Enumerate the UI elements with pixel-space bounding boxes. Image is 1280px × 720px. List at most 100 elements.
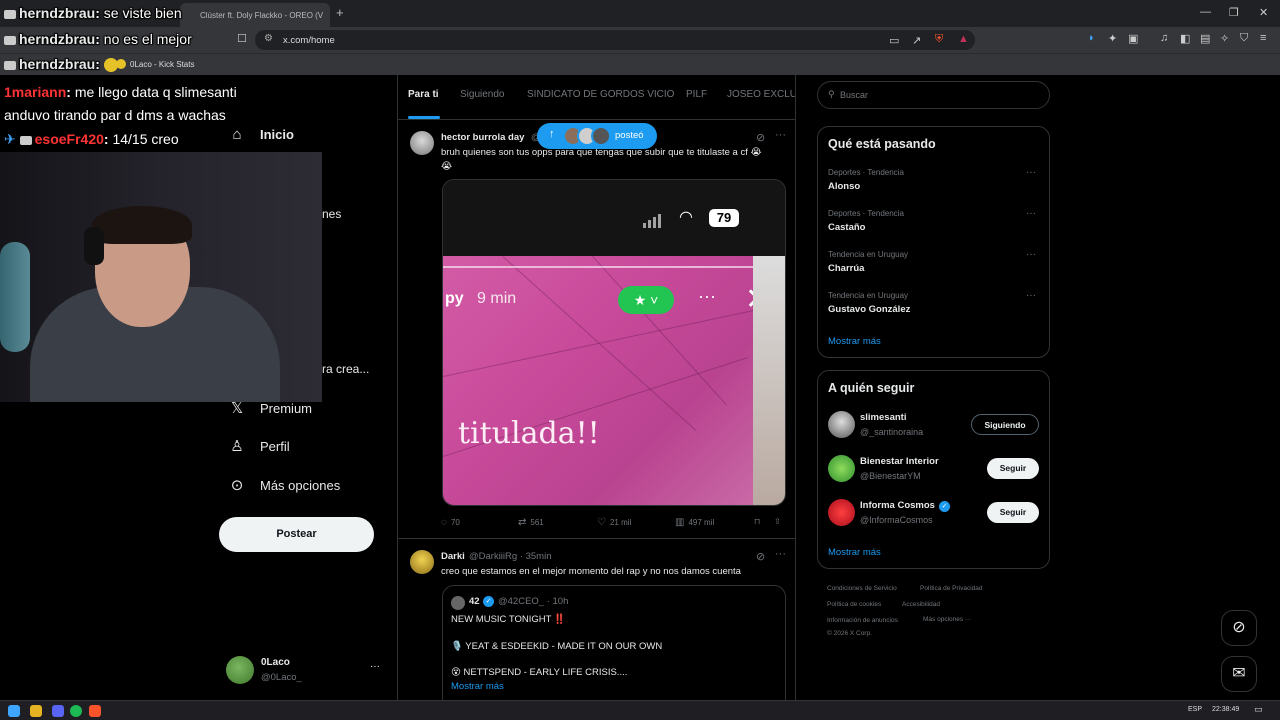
nav-home-label: Inicio (260, 127, 294, 142)
grok-float-button[interactable]: ⊘ (1221, 610, 1257, 646)
site-settings-icon[interactable]: ⚙ (264, 33, 273, 44)
close-window-button[interactable]: ✕ (1259, 6, 1268, 19)
extensions-icon[interactable]: ✦ (1108, 32, 1117, 45)
follow-button[interactable]: Seguir (987, 458, 1039, 479)
share-post-icon[interactable]: ⇪ (774, 517, 781, 526)
author-name[interactable]: Darki (441, 551, 465, 562)
chat-sword-icon: ✈ (4, 131, 16, 147)
account-more-icon[interactable]: ··· (370, 661, 380, 672)
nav-home[interactable]: ⌂ Inicio (228, 126, 294, 143)
story-progress (443, 266, 776, 268)
address-bar[interactable]: ⚙ x.com/home ▭ ↗ ⛨ ▲ (255, 30, 975, 50)
post-card[interactable]: hector burrola day @ ⊘ ··· bruh quienes … (398, 121, 795, 539)
footer-link[interactable]: Accesibilidad (902, 601, 940, 608)
bookmark-icon[interactable]: ☐ (237, 32, 247, 45)
follow-name[interactable]: slimesanti (860, 412, 906, 423)
quote-show-more[interactable]: Mostrar más (451, 680, 504, 694)
tab-para-ti[interactable]: Para ti (408, 89, 439, 100)
nav-more-label: Más opciones (260, 477, 341, 493)
post-more-icon[interactable]: ··· (775, 548, 786, 560)
share-icon[interactable]: ↗ (912, 34, 921, 47)
grok-icon[interactable]: ⊘ (756, 131, 765, 144)
wallet-icon[interactable]: ▤ (1200, 32, 1210, 45)
footer-link[interactable]: Más opciones ··· (923, 616, 971, 623)
trend-more-icon[interactable]: ··· (1026, 167, 1036, 178)
views-icon: ▥ (675, 517, 685, 528)
following-button[interactable]: Siguiendo (971, 414, 1039, 435)
author-name[interactable]: hector burrola day (441, 132, 524, 143)
follow-avatar[interactable] (828, 411, 855, 438)
nav-more[interactable]: ⊙ Más opciones (228, 476, 341, 494)
trend-more-icon[interactable]: ··· (1026, 208, 1036, 219)
new-posts-pill[interactable]: ↑ posteó (537, 123, 657, 149)
like-button[interactable]: ♡ 21 mil (597, 517, 631, 528)
nav-grok-partial[interactable]: ra crea... (322, 362, 369, 376)
repost-button[interactable]: ⇄ 561 (518, 517, 544, 528)
url-text[interactable]: x.com/home (283, 35, 335, 46)
post-card[interactable]: Darki @DarkiiiRg · 35min ⊘ ··· creo que … (398, 540, 795, 700)
timeline-tabs: Para ti Siguiendo SINDICATO DE GORDOS VI… (398, 75, 795, 120)
screenshot-icon[interactable]: ▣ (1128, 32, 1138, 45)
footer-link[interactable]: Información de anuncios (827, 617, 898, 624)
views-button[interactable]: ▥ 497 mil (675, 517, 714, 528)
tab-joseo[interactable]: JOSEO EXCLUSI (727, 89, 795, 100)
footer-link[interactable]: Política de Privacidad (920, 585, 983, 592)
audio-icon[interactable]: ◗ (1088, 32, 1095, 44)
bookmark-item[interactable]: 0Laco - Kick Stats (116, 59, 194, 69)
author-handle[interactable]: @DarkiiiRg · 35min (469, 551, 552, 562)
vpn-icon[interactable]: ⛉ (1240, 32, 1248, 45)
menu-icon[interactable]: ≡ (1260, 32, 1266, 44)
bookmark-post-icon[interactable]: ⊓ (754, 517, 760, 526)
messages-float-button[interactable]: ✉ (1221, 656, 1257, 692)
account-name: 0Laco (261, 657, 290, 668)
trend-more-icon[interactable]: ··· (1026, 249, 1036, 260)
minimize-button[interactable]: — (1200, 6, 1211, 18)
discord-icon[interactable] (52, 705, 64, 717)
quoted-post[interactable]: 42 ✓ @42CEO_ · 10h NEW MUSIC TONIGHT ‼️ … (442, 585, 786, 700)
follow-name[interactable]: Bienestar Interior (860, 456, 939, 467)
rewards-icon[interactable]: ▲ (958, 33, 969, 45)
start-icon[interactable] (8, 705, 20, 717)
tab-sindicato[interactable]: SINDICATO DE GORDOS VICIO (527, 89, 674, 100)
language-indicator[interactable]: ESP (1188, 706, 1202, 713)
footer-link[interactable]: Condiciones de Servicio (827, 585, 897, 592)
follow-show-more[interactable]: Mostrar más (828, 547, 881, 558)
clock[interactable]: 22:38:49 (1212, 706, 1239, 713)
trend-more-icon[interactable]: ··· (1026, 290, 1036, 301)
post-button[interactable]: Postear (219, 517, 374, 552)
explorer-icon[interactable] (30, 705, 42, 717)
author-avatar[interactable] (410, 550, 434, 574)
search-input[interactable]: ⚲ Buscar (817, 81, 1050, 109)
maximize-button[interactable]: ❐ (1229, 6, 1239, 19)
grok-icon[interactable]: ⊘ (756, 550, 765, 563)
tab-pilf[interactable]: PILF (686, 89, 707, 100)
trends-show-more[interactable]: Mostrar más (828, 336, 881, 347)
notifications-icon[interactable]: ▭ (1254, 704, 1263, 715)
follow-avatar[interactable] (828, 455, 855, 482)
trend-name: Alonso (828, 181, 861, 192)
follow-button[interactable]: Seguir (987, 502, 1039, 523)
leo-icon[interactable]: ✧ (1220, 32, 1229, 45)
follow-name[interactable]: Informa Cosmos (860, 500, 935, 511)
post-more-icon[interactable]: ··· (775, 129, 786, 141)
follow-avatar[interactable] (828, 499, 855, 526)
trend-category: Tendencia en Uruguay (828, 291, 909, 300)
sidebar-icon[interactable]: ◧ (1180, 32, 1190, 45)
like-count: 21 mil (609, 518, 632, 527)
brave-icon[interactable] (89, 705, 101, 717)
tab-siguiendo[interactable]: Siguiendo (460, 89, 504, 100)
brave-shield-icon[interactable]: ⛨ (935, 33, 943, 46)
post-media[interactable]: ◠ 79 py 9 min ★ ˅ ··· ✕ titulada!! (442, 179, 786, 506)
new-tab-button[interactable]: + (336, 5, 344, 20)
cast-icon[interactable]: ▭ (889, 34, 899, 47)
spotify-icon[interactable] (70, 705, 82, 717)
media-icon[interactable]: ♫ (1160, 32, 1168, 44)
footer-link[interactable]: Política de cookies (827, 601, 881, 608)
nav-lists-partial[interactable]: nes (322, 207, 341, 221)
trends-title: Qué está pasando (828, 137, 936, 151)
reply-button[interactable]: ◌ 70 (441, 517, 460, 528)
nav-profile[interactable]: ♙ Perfil (228, 437, 289, 455)
browser-tab[interactable]: Clúster ft. Doly Flackko - OREO (V (180, 3, 330, 27)
account-switcher[interactable]: 0Laco @0Laco_ ··· (226, 654, 386, 688)
author-avatar[interactable] (410, 131, 434, 155)
